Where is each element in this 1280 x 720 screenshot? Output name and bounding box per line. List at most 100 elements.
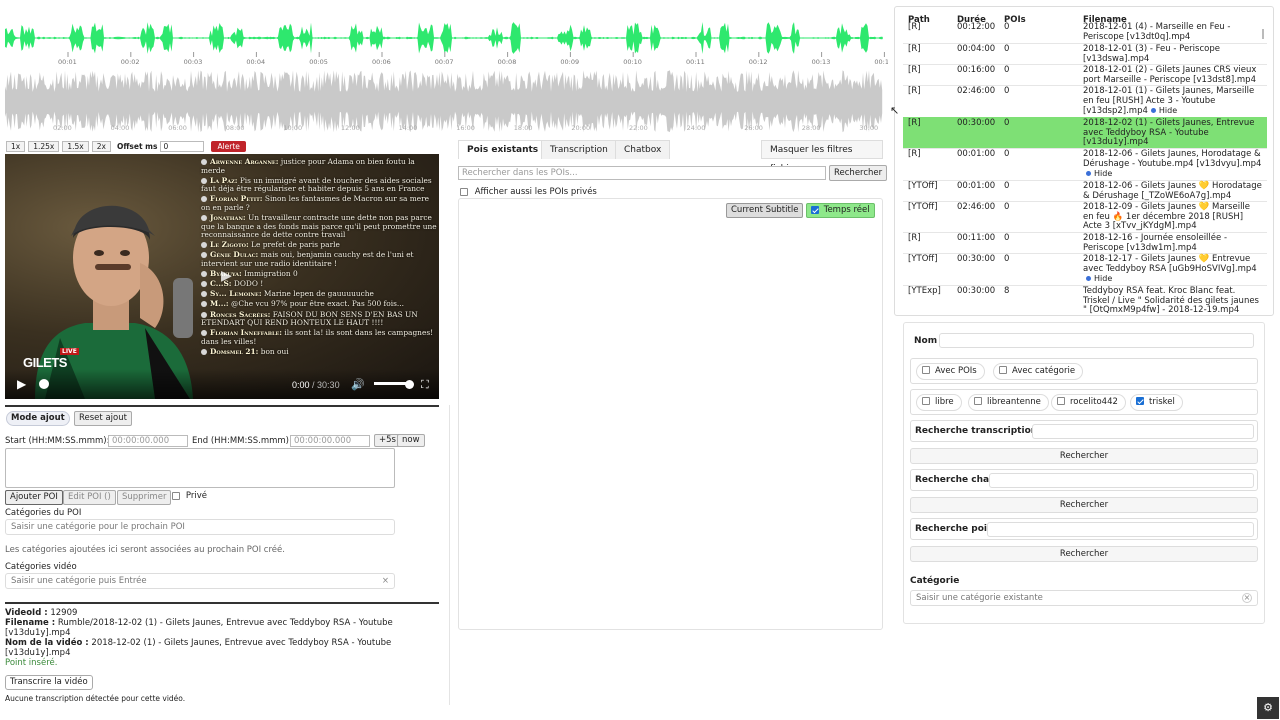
row-filename-cell[interactable]: 2018-12-01 (4) - Marseille en Feu - Peri…: [1083, 22, 1263, 42]
row-filename[interactable]: 2018-12-01 (4) - Marseille en Feu - Peri…: [1083, 22, 1230, 42]
end-input[interactable]: 00:00:00.000: [290, 435, 370, 447]
add-poi-button[interactable]: Ajouter POI: [5, 490, 63, 505]
speed-1x-button[interactable]: 1x: [6, 140, 26, 152]
realtime-toggle[interactable]: Temps réel: [806, 203, 875, 218]
tab-chatbox[interactable]: Chatbox: [615, 140, 671, 159]
name-input[interactable]: [939, 333, 1254, 348]
poi-textarea[interactable]: [5, 448, 395, 488]
table-row[interactable]: [YTOff] 00:01:00 0 2018-12-06 - Gilets Jaun…: [903, 180, 1267, 201]
reset-ajout-button[interactable]: Reset ajout: [74, 411, 132, 426]
fullscreen-icon[interactable]: ⛶: [421, 378, 429, 392]
volume-knob[interactable]: [405, 380, 414, 389]
table-row[interactable]: [YTOff] 02:46:00 0 2018-12-09 - Gilets Jaun…: [903, 201, 1267, 232]
row-filename-cell[interactable]: 2018-12-06 - Gilets Jaunes, Horodatage &…: [1083, 149, 1263, 180]
row-filename-cell[interactable]: Teddyboy RSA feat. Kroc Blanc feat. Tris…: [1083, 286, 1263, 315]
source-chip-rocelito442[interactable]: rocelito442: [1051, 394, 1126, 411]
table-row[interactable]: [R] 00:01:00 0 2018-12-06 - Gilets Jaunes, …: [903, 148, 1267, 180]
offset-input[interactable]: 0: [160, 140, 205, 152]
mode-ajout-button[interactable]: Mode ajout: [6, 411, 70, 426]
source-chip-libre[interactable]: libre: [916, 394, 962, 411]
row-filename-cell[interactable]: 2018-12-01 (2) - Gilets Jaunes CRS vieux…: [1083, 65, 1263, 85]
source-checkbox-libre[interactable]: [922, 396, 930, 405]
delete-poi-button[interactable]: Supprimer: [117, 490, 172, 505]
poi-search-input[interactable]: Rechercher dans les POIs...: [458, 166, 826, 180]
tab-pois-existants[interactable]: Pois existants: [458, 140, 548, 159]
row-filename[interactable]: 2018-12-06 - Gilets Jaunes, Horodatage &…: [1083, 149, 1261, 169]
row-filename-cell[interactable]: 2018-12-02 (1) - Gilets Jaunes, Entrevue…: [1083, 118, 1263, 148]
video-categories-input[interactable]: Saisir une catégorie puis Entrée: [11, 576, 147, 586]
now-button[interactable]: now: [397, 434, 425, 447]
table-row[interactable]: [R] 00:16:00 0 2018-12-01 (2) - Gilets Jaun…: [903, 64, 1267, 85]
center-play-icon[interactable]: ▶: [221, 268, 232, 284]
pois-search-button[interactable]: Rechercher: [910, 546, 1258, 562]
row-filename[interactable]: 2018-12-06 - Gilets Jaunes 💛 Horodatage …: [1083, 181, 1262, 201]
row-filename-cell[interactable]: 2018-12-09 - Gilets Jaunes 💛 Marseille e…: [1083, 202, 1263, 232]
volume-icon[interactable]: 🔊: [351, 378, 365, 391]
row-filename-cell[interactable]: 2018-12-06 - Gilets Jaunes 💛 Horodatage …: [1083, 181, 1263, 201]
avec-categorie-chip[interactable]: Avec catégorie: [993, 363, 1084, 380]
poi-search-button[interactable]: Rechercher: [829, 165, 888, 181]
realtime-checkbox[interactable]: [811, 205, 819, 214]
category-input[interactable]: Saisir une catégorie existante: [916, 593, 1043, 603]
hide-link[interactable]: Hide: [1150, 106, 1177, 116]
category-field[interactable]: Saisir une catégorie existante ×: [910, 590, 1258, 606]
row-filename[interactable]: Teddyboy RSA feat. Kroc Blanc feat. Tris…: [1083, 286, 1259, 315]
source-chip-libreantenne[interactable]: libreantenne: [968, 394, 1049, 411]
transcribe-button[interactable]: Transcrire la vidéo: [5, 675, 93, 690]
table-row[interactable]: [R] 00:30:00 0 2018-12-02 (1) - Gilets Jaun…: [903, 117, 1267, 148]
row-filename[interactable]: 2018-12-01 (3) - Feu - Periscope [v13dsw…: [1083, 44, 1220, 64]
row-filename-cell[interactable]: 2018-12-17 - Gilets Jaunes 💛 Entrevue av…: [1083, 254, 1263, 285]
clear-icon[interactable]: ×: [382, 574, 389, 588]
table-row[interactable]: [YTOff] 00:30:00 0 2018-12-17 - Gilets Jaun…: [903, 253, 1267, 285]
source-checkbox-triskel[interactable]: [1136, 396, 1144, 405]
show-private-checkbox[interactable]: [460, 187, 468, 196]
waveform-overview[interactable]: [5, 70, 883, 133]
waveform-svg[interactable]: 00:01 00:02 00:03 00:04 00:05 00:06 00:07 00:08…: [0, 0, 888, 138]
row-filename[interactable]: 2018-12-17 - Gilets Jaunes 💛 Entrevue av…: [1083, 254, 1257, 274]
speed-1-25x-button[interactable]: 1.25x: [28, 140, 60, 152]
source-checkbox-rocelito442[interactable]: [1057, 396, 1065, 405]
speed-2x-button[interactable]: 2x: [91, 140, 111, 152]
source-checkbox-libreantenne[interactable]: [974, 396, 982, 405]
source-chip-triskel[interactable]: triskel: [1130, 394, 1183, 411]
avec-pois-checkbox[interactable]: [922, 365, 930, 374]
hide-filters-button[interactable]: Masquer les filtres fichiers: [761, 140, 883, 174]
row-filename-cell[interactable]: 2018-12-01 (1) - Gilets Jaunes, Marseill…: [1083, 86, 1263, 117]
hide-link[interactable]: Hide: [1086, 274, 1112, 284]
table-row[interactable]: [R] 00:04:00 0 2018-12-01 (3) - Feu - Peris…: [903, 43, 1267, 64]
app-logo-icon[interactable]: ⚙: [1257, 697, 1279, 719]
private-checkbox[interactable]: [172, 491, 180, 500]
row-filename[interactable]: 2018-12-16 - Journée ensoleillée - Peris…: [1083, 233, 1227, 253]
avec-categorie-checkbox[interactable]: [999, 365, 1007, 374]
scrollbar-thumb[interactable]: [1262, 29, 1264, 39]
chat-search-button[interactable]: Rechercher: [910, 497, 1258, 513]
show-private-wrap[interactable]: Afficher aussi les POIs privés: [460, 187, 597, 197]
transcriptions-search-button[interactable]: Rechercher: [910, 448, 1258, 464]
private-checkbox-wrap[interactable]: Privé: [172, 491, 207, 501]
table-row[interactable]: [R] 00:12:00 0 2018-12-01 (4) - Marseille e…: [903, 21, 1267, 43]
edit-poi-button[interactable]: Edit POI (): [63, 490, 116, 505]
tab-transcription[interactable]: Transcription: [541, 140, 617, 159]
poi-categories-input[interactable]: Saisir une catégorie pour le prochain PO…: [5, 519, 395, 535]
hide-link[interactable]: Hide: [1086, 169, 1112, 179]
waveform-area[interactable]: 00:01 00:02 00:03 00:04 00:05 00:06 00:07 00:08…: [0, 0, 888, 138]
transcriptions-search-input[interactable]: [1032, 424, 1254, 439]
row-filename-cell[interactable]: 2018-12-01 (3) - Feu - Periscope [v13dsw…: [1083, 44, 1263, 64]
table-row[interactable]: [R] 00:11:00 0 2018-12-16 - Journée ensolei…: [903, 232, 1267, 253]
avec-pois-chip[interactable]: Avec POIs: [916, 363, 985, 380]
table-row[interactable]: [R] 02:46:00 0 2018-12-01 (1) - Gilets Jaun…: [903, 85, 1267, 117]
chat-search-input[interactable]: [989, 473, 1254, 488]
start-input[interactable]: 00:00:00.000: [108, 435, 188, 447]
play-icon[interactable]: ▶: [17, 377, 26, 391]
row-filename[interactable]: 2018-12-01 (2) - Gilets Jaunes CRS vieux…: [1083, 65, 1256, 85]
video-categories-field[interactable]: Saisir une catégorie puis Entrée ×: [5, 573, 395, 589]
progress-knob[interactable]: [39, 379, 49, 389]
table-row[interactable]: [YTExp] 00:30:00 8 Teddyboy RSA feat. Kroc …: [903, 285, 1267, 315]
video-player[interactable]: Arwenne Arganne: justice pour Adama on b…: [5, 154, 439, 399]
row-filename[interactable]: 2018-12-02 (1) - Gilets Jaunes, Entrevue…: [1083, 118, 1254, 147]
row-filename-cell[interactable]: 2018-12-16 - Journée ensoleillée - Peris…: [1083, 233, 1263, 253]
alert-button[interactable]: Alerte: [211, 140, 246, 152]
category-clear-icon[interactable]: ×: [1242, 593, 1252, 603]
row-filename[interactable]: 2018-12-09 - Gilets Jaunes 💛 Marseille e…: [1083, 202, 1250, 231]
speed-1-5x-button[interactable]: 1.5x: [62, 140, 89, 152]
